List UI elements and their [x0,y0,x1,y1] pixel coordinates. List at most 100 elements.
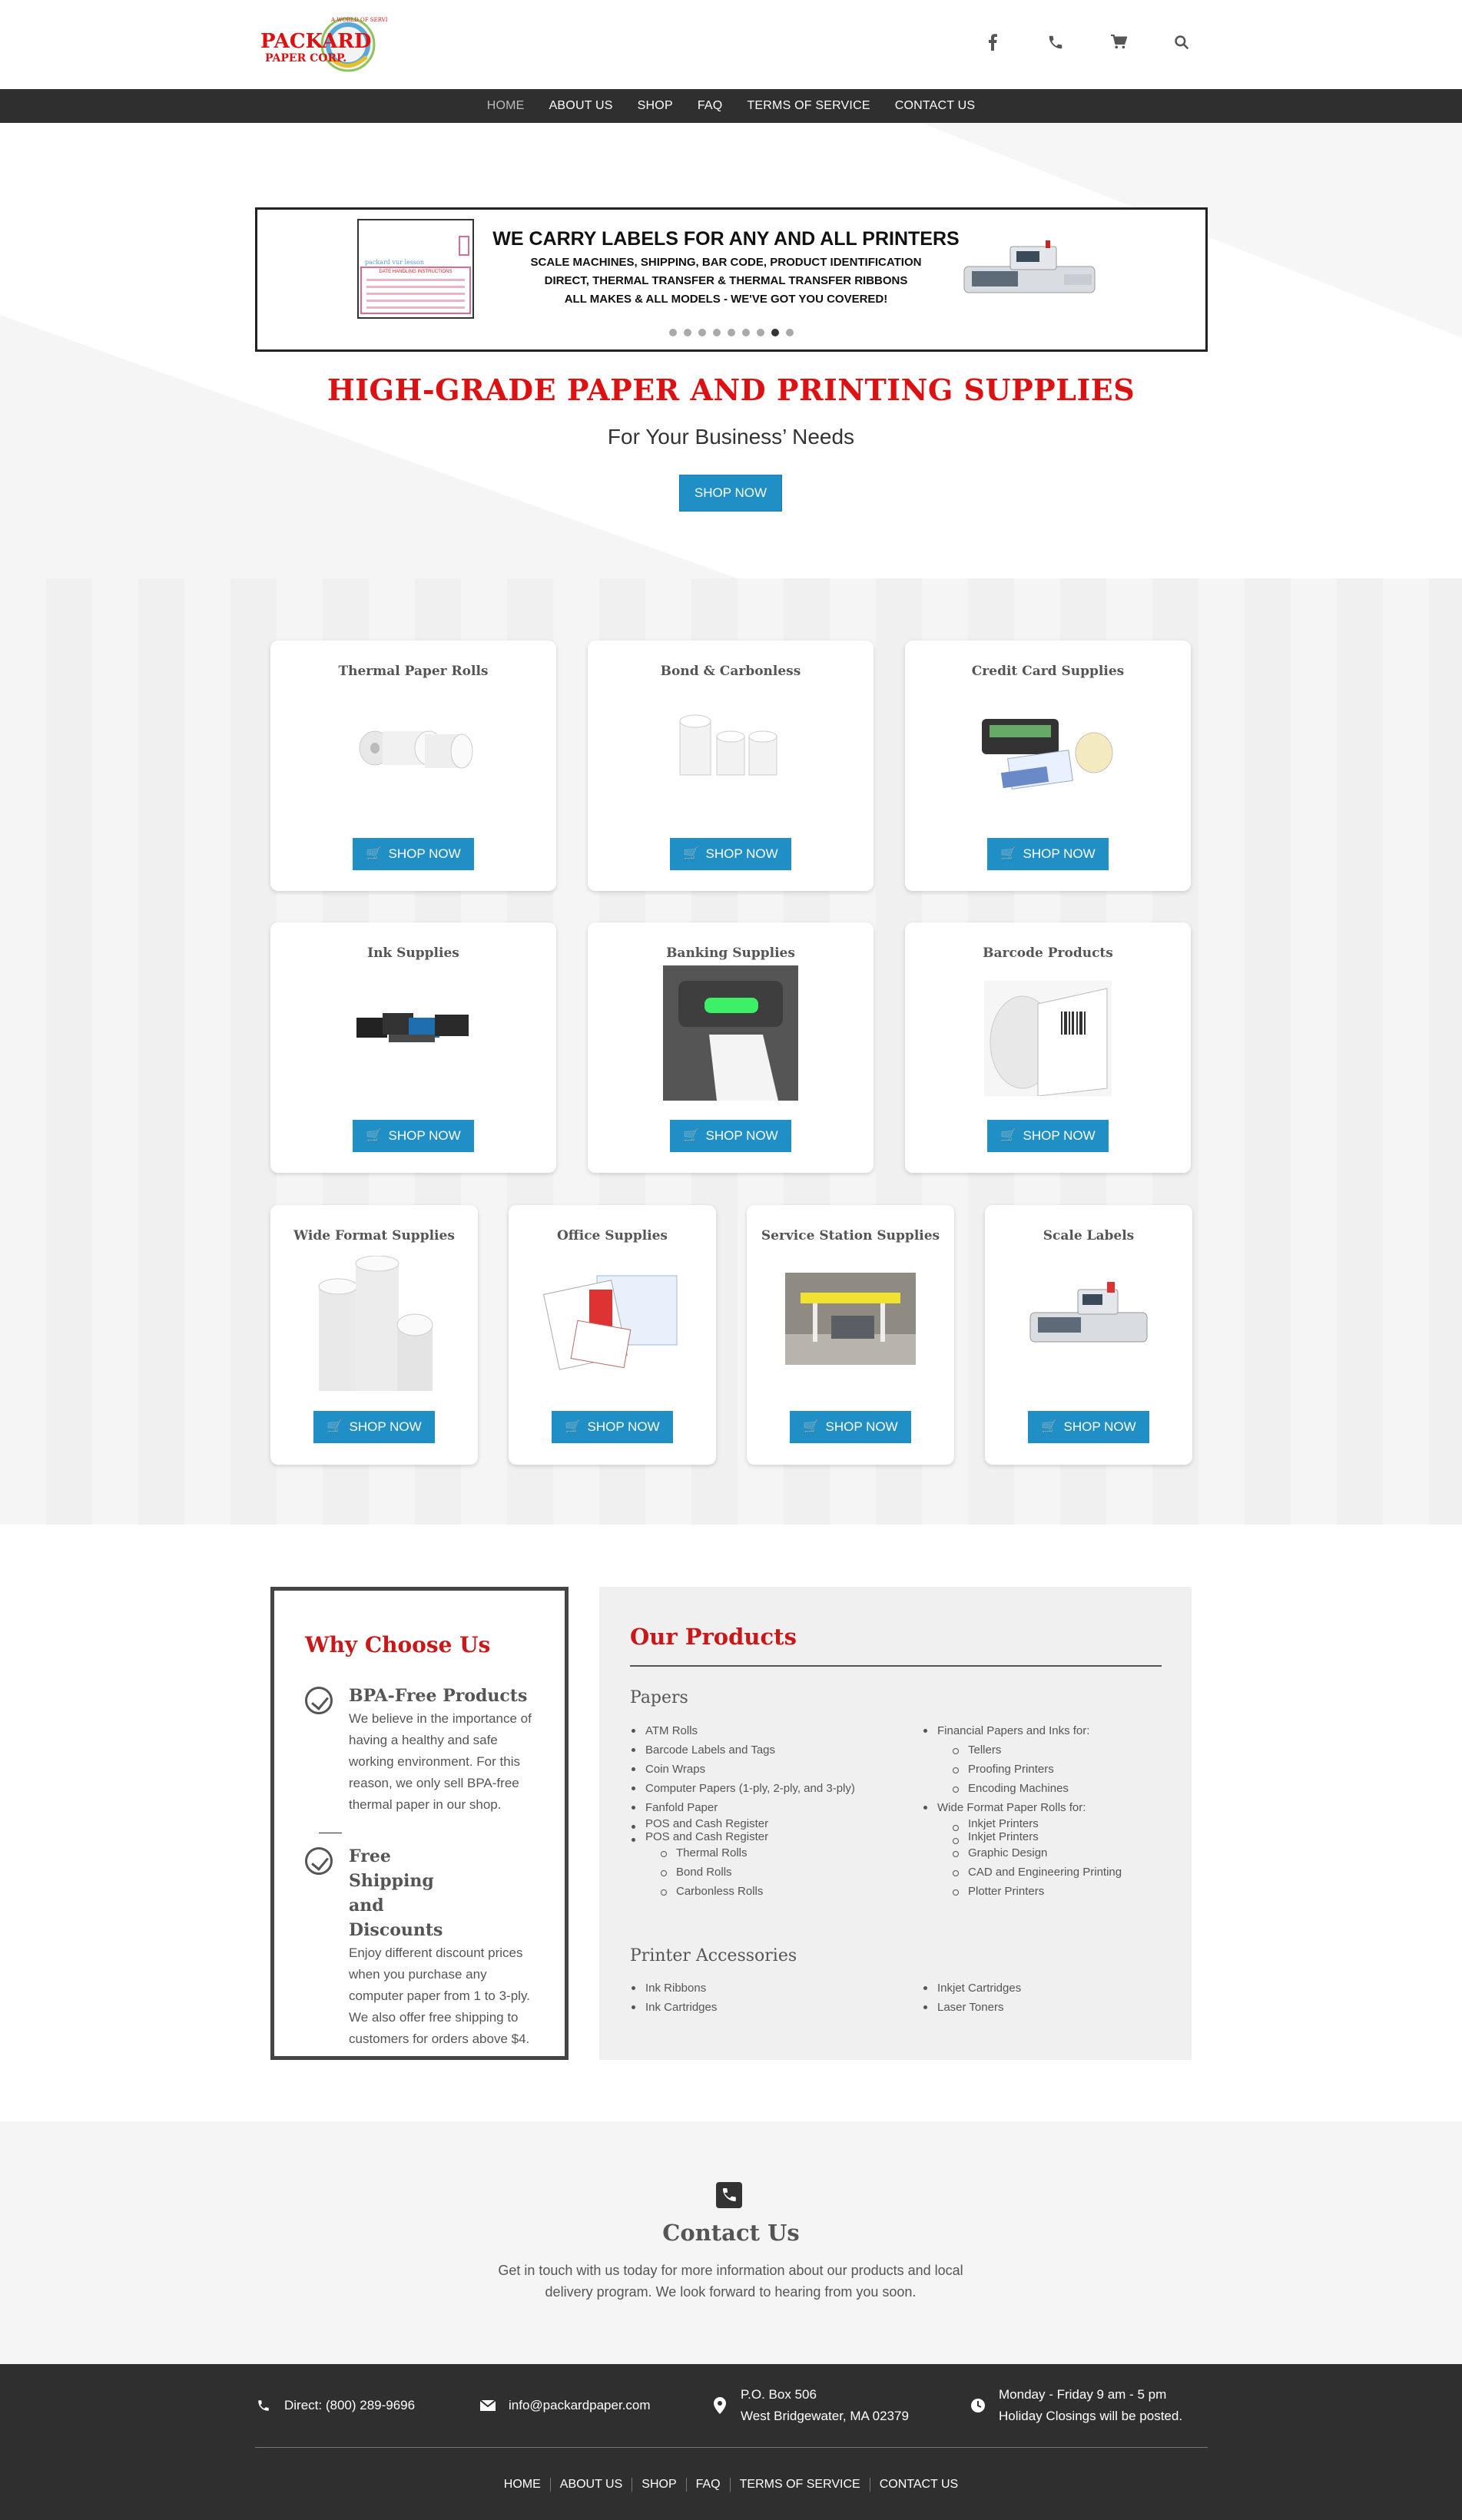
office-supplies-shop-now-button[interactable]: 🛒 SHOP NOW [552,1411,673,1443]
category-card-banking-supplies[interactable]: Banking Supplies 🛒 SHOP NOW [588,922,874,1173]
footer-nav-faq[interactable]: FAQ [687,2478,731,2492]
footer-email[interactable]: info@packardpaper.com [479,2395,651,2416]
list-item[interactable]: Wide Format Paper Rolls for: [922,1798,1175,1817]
category-card-thermal-paper-rolls[interactable]: Thermal Paper Rolls 🛒 SHOP NOW [270,641,556,891]
list-subitem[interactable]: Plotter Printers [922,1882,1175,1901]
footer-nav-shop[interactable]: SHOP [632,2478,687,2492]
footer-nav-home[interactable]: HOME [495,2478,551,2492]
list-subitem[interactable]: Graphic Design [922,1843,1175,1863]
cart-icon: 🛒 [1041,1419,1058,1434]
list-subitem[interactable]: Encoding Machines [922,1779,1175,1798]
list-item[interactable]: Laser Toners [922,1998,1175,2017]
nav-shop[interactable]: SHOP [638,99,673,113]
list-item[interactable]: Coin Wraps [630,1760,922,1779]
ink-supplies-shop-now-button[interactable]: 🛒 SHOP NOW [353,1120,474,1152]
list-item[interactable]: Ink Ribbons [630,1979,922,1998]
list-subitem[interactable]: Inkjet Printers [922,1830,1175,1844]
footer-hours-line1: Monday - Friday 9 am - 5 pm [999,2387,1167,2402]
list-item[interactable]: POS and Cash Register [630,1830,922,1843]
list-item[interactable]: Inkjet Cartridges [922,1979,1175,1998]
footer-email-text: info@packardpaper.com [509,2398,651,2412]
thermal-paper-shop-now-button[interactable]: 🛒 SHOP NOW [353,838,474,870]
nav-contact-us[interactable]: CONTACT US [895,99,976,113]
list-subitem[interactable]: CAD and Engineering Printing [922,1863,1175,1882]
accessories-list-col2: Inkjet Cartridges Laser Toners [922,1979,1175,2017]
button-label: SHOP NOW [349,1419,422,1434]
why-choose-us-panel: Why Choose Us BPA-Free Products We belie… [270,1587,569,2060]
slider-dot[interactable] [713,329,721,336]
list-item[interactable]: Financial Papers and Inks for: [922,1721,1175,1740]
cart-icon: 🛒 [366,846,383,861]
category-card-service-station-supplies[interactable]: Service Station Supplies 🛒 SHOP NOW [747,1205,954,1465]
list-subitem[interactable]: Bond Rolls [630,1863,922,1882]
wide-format-rolls-image [318,1256,433,1391]
slider-dot[interactable] [728,329,735,336]
label-sample-text: packard vur lesson [365,259,424,266]
category-card-barcode-products[interactable]: Barcode Products 🛒 SHOP NOW [905,922,1191,1173]
category-card-ink-supplies[interactable]: Ink Supplies 🛒 SHOP NOW [270,922,556,1173]
footer-nav-contact-us[interactable]: CONTACT US [870,2478,968,2492]
list-item[interactable]: Fanfold Paper [630,1798,922,1817]
why-item-heading: BPA-Free Products [349,1686,528,1706]
footer-hours-line2: Holiday Closings will be posted. [999,2409,1183,2423]
service-station-shop-now-button[interactable]: 🛒 SHOP NOW [790,1411,911,1443]
label-sample-image: packard vur lesson DATE HANDLING INSTRUC… [357,219,474,319]
nav-about-us[interactable]: ABOUT US [549,99,613,113]
list-item[interactable]: ATM Rolls [630,1721,922,1740]
category-card-wide-format-supplies[interactable]: Wide Format Supplies 🛒 SHOP NOW [270,1205,478,1465]
slider-dot[interactable] [742,329,750,336]
site-footer: Direct: (800) 289-9696 info@packardpaper… [0,2364,1462,2520]
why-title: Why Choose Us [305,1632,491,1657]
button-label: SHOP NOW [388,1128,461,1143]
list-item[interactable]: Barcode Labels and Tags [630,1740,922,1760]
category-title: Scale Labels [1043,1228,1135,1243]
hero-shop-now-button[interactable]: SHOP NOW [679,475,782,512]
papers-list-col1: ATM Rolls Barcode Labels and Tags Coin W… [630,1721,922,1901]
bond-rolls-image [679,714,777,776]
bond-carbonless-shop-now-button[interactable]: 🛒 SHOP NOW [670,838,791,870]
scale-labels-shop-now-button[interactable]: 🛒 SHOP NOW [1028,1411,1149,1443]
list-item[interactable]: Computer Papers (1-ply, 2-ply, and 3-ply… [630,1779,922,1798]
list-subitem[interactable]: Carbonless Rolls [630,1882,922,1901]
list-item[interactable]: Ink Cartridges [630,1998,922,2017]
slider-dot[interactable] [684,329,691,336]
category-card-scale-labels[interactable]: Scale Labels 🛒 SHOP NOW [985,1205,1192,1465]
nav-home[interactable]: HOME [487,99,525,113]
footer-nav-terms-of-service[interactable]: TERMS OF SERVICE [731,2478,870,2492]
cart-icon: 🛒 [327,1419,343,1434]
wide-format-shop-now-button[interactable]: 🛒 SHOP NOW [313,1411,435,1443]
category-card-office-supplies[interactable]: Office Supplies 🛒 SHOP NOW [509,1205,716,1465]
category-card-credit-card-supplies[interactable]: Credit Card Supplies 🛒 SHOP NOW [905,641,1191,891]
slider-dot[interactable] [757,329,764,336]
list-subitem[interactable]: Proofing Printers [922,1760,1175,1779]
slider-dot[interactable] [698,329,706,336]
footer-nav-about-us[interactable]: ABOUT US [551,2478,633,2492]
accessories-list-col1: Ink Ribbons Ink Cartridges [630,1979,922,2017]
phone-icon[interactable] [1044,31,1067,54]
facebook-icon[interactable] [981,31,1004,54]
list-item[interactable]: POS and Cash Register [630,1817,922,1830]
packard-logo[interactable]: PACKARD PAPER CORP. A WORLD OF SERVICE [257,11,388,80]
slider-dot[interactable] [669,329,677,336]
footer-address: P.O. Box 506 West Bridgewater, MA 02379 [711,2384,909,2427]
nav-faq[interactable]: FAQ [698,99,723,113]
barcode-products-shop-now-button[interactable]: 🛒 SHOP NOW [987,1120,1109,1152]
credit-card-shop-now-button[interactable]: 🛒 SHOP NOW [987,838,1109,870]
cart-icon: 🛒 [565,1419,582,1434]
button-label: SHOP NOW [1023,1128,1096,1143]
slider-line-1: SCALE MACHINES, SHIPPING, BAR CODE, PROD… [530,256,922,269]
nav-terms-of-service[interactable]: TERMS OF SERVICE [747,99,870,113]
list-subitem[interactable]: Tellers [922,1740,1175,1760]
category-card-bond-carbonless[interactable]: Bond & Carbonless 🛒 SHOP NOW [588,641,874,891]
list-subitem[interactable]: Thermal Rolls [630,1843,922,1863]
footer-phone[interactable]: Direct: (800) 289-9696 [255,2395,415,2416]
list-subitem[interactable]: Inkjet Printers [922,1817,1175,1831]
envelope-icon [479,2397,496,2414]
slider-dot[interactable] [771,329,779,336]
banner-slider[interactable]: packard vur lesson DATE HANDLING INSTRUC… [255,207,1208,352]
slider-dot[interactable] [786,329,794,336]
banking-supplies-shop-now-button[interactable]: 🛒 SHOP NOW [670,1120,791,1152]
cart-icon[interactable] [1107,31,1130,54]
why-item-text: Enjoy different discount prices when you… [349,1945,530,2046]
search-icon[interactable] [1170,31,1193,54]
